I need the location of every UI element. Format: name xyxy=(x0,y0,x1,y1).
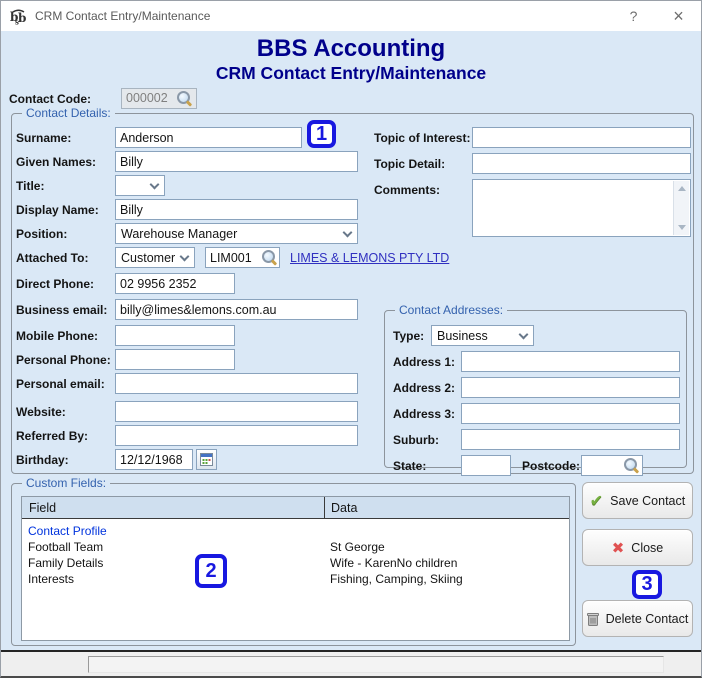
table-row[interactable]: Family Details Wife - KarenNo children xyxy=(22,555,569,571)
suburb-label: Suburb: xyxy=(393,433,439,447)
referred-by-label: Referred By: xyxy=(16,429,89,443)
address2-input[interactable] xyxy=(461,377,680,398)
personal-email-label: Personal email: xyxy=(16,377,105,391)
annotation-badge-1: 1 xyxy=(307,120,336,148)
business-email-label: Business email: xyxy=(16,303,108,317)
topic-of-interest-input[interactable] xyxy=(472,127,691,148)
address1-label: Address 1: xyxy=(393,355,456,369)
direct-phone-label: Direct Phone: xyxy=(16,277,95,291)
data-column-header: Data xyxy=(331,500,358,515)
personal-email-input[interactable] xyxy=(115,373,358,394)
table-row[interactable]: Football Team St George xyxy=(22,539,569,555)
display-name-label: Display Name: xyxy=(16,203,99,217)
topic-of-interest-label: Topic of Interest: xyxy=(374,131,471,145)
field-column-header: Field xyxy=(22,497,325,518)
chevron-down-icon xyxy=(342,227,353,238)
help-button[interactable]: ? xyxy=(611,1,656,31)
topic-detail-label: Topic Detail: xyxy=(374,157,446,171)
state-label: State: xyxy=(393,459,427,473)
mobile-phone-input[interactable] xyxy=(115,325,235,346)
status-bar xyxy=(1,650,701,676)
attached-to-lookup-icon[interactable] xyxy=(262,250,278,266)
window-title: CRM Contact Entry/Maintenance xyxy=(35,9,211,23)
contact-details-legend: Contact Details: xyxy=(22,106,115,120)
bbs-logo-icon: b s b xyxy=(10,9,26,25)
address-type-dropdown[interactable]: Business xyxy=(431,325,534,346)
custom-fields-group: Custom Fields: Field Data Contact Profil… xyxy=(11,476,576,646)
chevron-down-icon xyxy=(518,329,529,340)
attached-entity-link[interactable]: LIMES & LEMONS PTY LTD xyxy=(290,251,449,265)
given-names-input[interactable] xyxy=(115,151,358,172)
status-message-panel xyxy=(88,656,664,673)
topic-detail-input[interactable] xyxy=(472,153,691,174)
attached-to-label: Attached To: xyxy=(16,251,89,265)
state-input[interactable] xyxy=(461,455,511,476)
postcode-lookup-icon[interactable] xyxy=(624,458,640,474)
address-type-label: Type: xyxy=(393,329,425,343)
chevron-down-icon xyxy=(149,179,160,190)
comments-label: Comments: xyxy=(374,183,441,197)
suburb-input[interactable] xyxy=(461,429,680,450)
personal-phone-label: Personal Phone: xyxy=(16,353,111,367)
attached-to-type-dropdown[interactable]: Customer xyxy=(115,247,195,268)
annotation-badge-2: 2 xyxy=(195,554,227,588)
comments-textarea[interactable] xyxy=(472,179,691,237)
scroll-up-icon[interactable] xyxy=(678,186,686,191)
table-row[interactable]: Interests Fishing, Camping, Skiing xyxy=(22,571,569,587)
comments-scrollbar[interactable] xyxy=(673,181,689,235)
birthday-input[interactable] xyxy=(115,449,193,470)
scroll-down-icon[interactable] xyxy=(678,225,686,230)
website-label: Website: xyxy=(16,405,66,419)
trash-icon xyxy=(586,612,599,626)
main-panel: BBS Accounting CRM Contact Entry/Mainten… xyxy=(1,31,701,650)
custom-fields-legend: Custom Fields: xyxy=(22,476,111,490)
address1-input[interactable] xyxy=(461,351,680,372)
title-label: Title: xyxy=(16,179,45,193)
personal-phone-input[interactable] xyxy=(115,349,235,370)
custom-fields-table: Field Data Contact Profile Football Team… xyxy=(21,496,570,641)
close-window-button[interactable]: × xyxy=(656,1,701,31)
title-bar: b s b CRM Contact Entry/Maintenance ? × xyxy=(1,1,701,31)
surname-input[interactable] xyxy=(115,127,302,148)
custom-fields-rows: Contact Profile Football Team St George … xyxy=(22,519,569,640)
contact-code-lookup-icon[interactable] xyxy=(177,91,193,107)
address2-label: Address 2: xyxy=(393,381,456,395)
postcode-label: Postcode: xyxy=(522,459,581,473)
surname-label: Surname: xyxy=(16,131,72,145)
given-names-label: Given Names: xyxy=(16,155,97,169)
calendar-icon xyxy=(200,453,213,466)
screen-title: CRM Contact Entry/Maintenance xyxy=(215,63,487,83)
display-name-input[interactable] xyxy=(115,199,358,220)
position-dropdown[interactable]: Warehouse Manager xyxy=(115,223,358,244)
business-email-input[interactable] xyxy=(115,299,358,320)
direct-phone-input[interactable] xyxy=(115,273,235,294)
address3-input[interactable] xyxy=(461,403,680,424)
chevron-down-icon xyxy=(179,251,190,262)
birthday-calendar-button[interactable] xyxy=(196,449,217,470)
website-input[interactable] xyxy=(115,401,358,422)
position-label: Position: xyxy=(16,227,68,241)
birthday-label: Birthday: xyxy=(16,453,69,467)
app-title: BBS Accounting xyxy=(256,35,446,62)
svg-text:b: b xyxy=(18,11,26,25)
mobile-phone-label: Mobile Phone: xyxy=(16,329,98,343)
contact-addresses-group: Contact Addresses: Type: Business Addres… xyxy=(384,303,687,476)
custom-fields-header: Field Data xyxy=(22,497,569,519)
title-dropdown[interactable] xyxy=(115,175,165,196)
table-row[interactable]: Contact Profile xyxy=(22,523,569,539)
crm-contact-window: b s b CRM Contact Entry/Maintenance ? × … xyxy=(0,0,702,678)
close-button[interactable]: ✖ Close xyxy=(582,529,693,566)
delete-contact-button[interactable]: Delete Contact xyxy=(582,600,693,637)
check-icon: ✔ xyxy=(589,492,604,510)
contact-details-group: Contact Details: Surname: Given Names: T… xyxy=(11,106,694,476)
contact-code-label: Contact Code: xyxy=(9,92,91,106)
referred-by-input[interactable] xyxy=(115,425,358,446)
save-contact-button[interactable]: ✔ Save Contact xyxy=(582,482,693,519)
address3-label: Address 3: xyxy=(393,407,456,421)
x-icon: ✖ xyxy=(611,539,625,557)
annotation-badge-3: 3 xyxy=(632,570,662,599)
contact-addresses-legend: Contact Addresses: xyxy=(395,303,508,317)
